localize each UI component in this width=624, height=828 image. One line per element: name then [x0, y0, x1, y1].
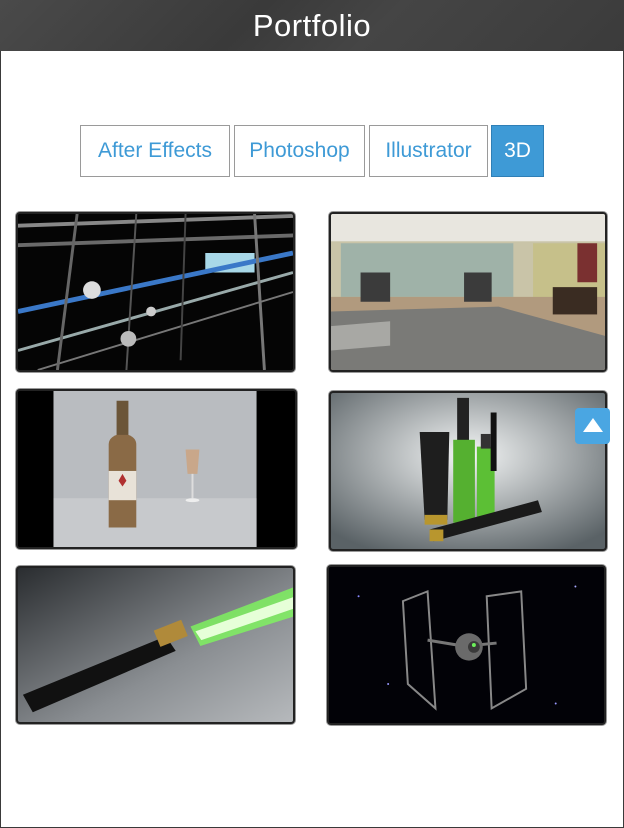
page-header: Portfolio: [0, 0, 624, 51]
triangle-up-icon: [583, 418, 603, 432]
tab-3d[interactable]: 3D: [491, 125, 544, 177]
tab-photoshop[interactable]: Photoshop: [234, 125, 365, 177]
gallery-item-tunnel[interactable]: [16, 212, 295, 372]
bedroom-thumbnail-image: [331, 214, 605, 370]
scroll-top-button[interactable]: [575, 408, 610, 444]
tunnel-thumbnail-image: [18, 214, 293, 370]
gallery-item-bottle[interactable]: [16, 389, 297, 549]
gallery-item-tie-fighter[interactable]: [327, 565, 606, 725]
tab-after-effects[interactable]: After Effects: [80, 125, 230, 177]
tab-illustrator[interactable]: Illustrator: [369, 125, 488, 177]
gallery-item-cosmetics[interactable]: [329, 391, 607, 551]
gallery-item-bedroom[interactable]: [329, 212, 607, 372]
gallery-item-lightsaber[interactable]: [16, 566, 295, 724]
cosmetics-thumbnail-image: [331, 393, 605, 549]
lightsaber-thumbnail-image: [18, 568, 293, 722]
page-title: Portfolio: [252, 8, 372, 43]
tie-fighter-thumbnail-image: [329, 567, 604, 723]
bottle-thumbnail-image: [18, 391, 295, 547]
